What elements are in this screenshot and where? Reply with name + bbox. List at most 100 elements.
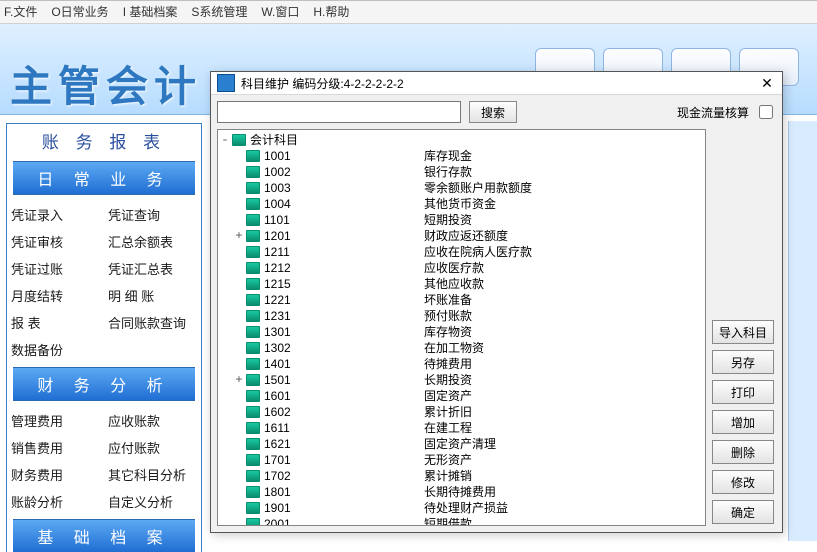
tree-node[interactable]: 1001库存现金 (218, 148, 705, 164)
menu-help[interactable]: H.帮助 (313, 1, 349, 23)
folder-icon (246, 438, 260, 450)
folder-icon (246, 470, 260, 482)
add-button[interactable]: 增加 (712, 410, 774, 434)
folder-icon (246, 246, 260, 258)
sidebar-link[interactable]: 销售费用 (7, 434, 104, 461)
sidebar-link[interactable]: 凭证审核 (7, 228, 104, 255)
sidebar-link[interactable]: 数据备份 (7, 336, 104, 363)
folder-icon (246, 374, 260, 386)
folder-icon (246, 390, 260, 402)
folder-icon (246, 326, 260, 338)
sidebar-link[interactable]: 自定义分析 (104, 488, 201, 515)
folder-icon (246, 214, 260, 226)
folder-icon (246, 294, 260, 306)
folder-icon (246, 422, 260, 434)
edit-button[interactable]: 修改 (712, 470, 774, 494)
sidebar-link[interactable]: 月度结转 (7, 282, 104, 309)
sidebar-link[interactable]: 报 表 (7, 309, 104, 336)
sidebar-link[interactable]: 其它科目分析 (104, 461, 201, 488)
tree-node[interactable]: 1211应收在院病人医疗款 (218, 244, 705, 260)
dialog-button-column: 导入科目 另存 打印 增加 删除 修改 确定 (712, 129, 782, 532)
menu-file[interactable]: F.文件 (4, 1, 37, 23)
sidebar-link[interactable] (104, 336, 201, 363)
folder-icon (246, 150, 260, 162)
dialog-icon (217, 74, 235, 92)
tree-node[interactable]: 1221坏账准备 (218, 292, 705, 308)
sidebar-link[interactable]: 账龄分析 (7, 488, 104, 515)
menu-base[interactable]: I 基础档案 (123, 1, 178, 23)
search-button[interactable]: 搜索 (469, 101, 517, 123)
import-button[interactable]: 导入科目 (712, 320, 774, 344)
folder-icon (246, 502, 260, 514)
tree-node[interactable]: +1201财政应返还额度 (218, 228, 705, 244)
tree-node[interactable]: 1215其他应收款 (218, 276, 705, 292)
menu-window[interactable]: W.窗口 (261, 1, 299, 23)
delete-button[interactable]: 删除 (712, 440, 774, 464)
tree-node[interactable]: 1401待摊费用 (218, 356, 705, 372)
subject-tree[interactable]: -会计科目1001库存现金1002银行存款1003零余额账户用款额度1004其他… (217, 129, 706, 526)
sidebar-link[interactable]: 凭证录入 (7, 201, 104, 228)
tree-node[interactable]: 1601固定资产 (218, 388, 705, 404)
tree-node[interactable]: 1101短期投资 (218, 212, 705, 228)
sidebar-main-title: 账 务 报 表 (7, 124, 201, 157)
section-base-title: 基 础 档 案 (13, 519, 195, 552)
section-daily-title: 日 常 业 务 (13, 161, 195, 195)
tree-node[interactable]: 1611在建工程 (218, 420, 705, 436)
tree-node[interactable]: +1501长期投资 (218, 372, 705, 388)
sidebar-link[interactable]: 凭证过账 (7, 255, 104, 282)
dialog-titlebar: 科目维护 编码分级:4-2-2-2-2-2 ✕ (211, 72, 782, 95)
sidebar-link[interactable]: 汇总余额表 (104, 228, 201, 255)
folder-icon (246, 198, 260, 210)
tree-node[interactable]: 1231预付账款 (218, 308, 705, 324)
tree-node[interactable]: 1602累计折旧 (218, 404, 705, 420)
folder-icon (246, 342, 260, 354)
dialog-title: 科目维护 编码分级:4-2-2-2-2-2 (241, 75, 404, 92)
folder-icon (246, 406, 260, 418)
folder-icon (232, 134, 246, 146)
sidebar-link[interactable]: 财务费用 (7, 461, 104, 488)
tree-node[interactable]: 1901待处理财产损益 (218, 500, 705, 516)
close-icon[interactable]: ✕ (752, 75, 782, 92)
menu-daily[interactable]: O日常业务 (51, 1, 108, 23)
tree-node[interactable]: 1302在加工物资 (218, 340, 705, 356)
tree-node[interactable]: 1621固定资产清理 (218, 436, 705, 452)
folder-icon (246, 358, 260, 370)
app-title: 主管会计 (10, 53, 202, 114)
print-button[interactable]: 打印 (712, 380, 774, 404)
tree-node[interactable]: 2001短期借款 (218, 516, 705, 526)
folder-icon (246, 486, 260, 498)
folder-icon (246, 310, 260, 322)
sidebar-link[interactable]: 应付账款 (104, 434, 201, 461)
sidebar-link[interactable]: 凭证查询 (104, 201, 201, 228)
tree-node[interactable]: 1702累计摊销 (218, 468, 705, 484)
ok-button[interactable]: 确定 (712, 500, 774, 524)
subject-dialog: 科目维护 编码分级:4-2-2-2-2-2 ✕ 搜索 现金流量核算 -会计科目1… (210, 71, 783, 533)
sidebar-link[interactable]: 明 细 账 (104, 282, 201, 309)
folder-icon (246, 454, 260, 466)
menu-sys[interactable]: S系统管理 (191, 1, 247, 23)
folder-icon (246, 182, 260, 194)
tree-node[interactable]: 1801长期待摊费用 (218, 484, 705, 500)
sidebar-link[interactable]: 凭证汇总表 (104, 255, 201, 282)
tree-node[interactable]: 1003零余额账户用款额度 (218, 180, 705, 196)
right-strip (788, 121, 817, 541)
saveas-button[interactable]: 另存 (712, 350, 774, 374)
search-input[interactable] (217, 101, 461, 123)
tree-node[interactable]: 1701无形资产 (218, 452, 705, 468)
folder-icon (246, 230, 260, 242)
tree-node[interactable]: 1002银行存款 (218, 164, 705, 180)
folder-icon (246, 262, 260, 274)
tree-root-label[interactable]: 会计科目 (250, 132, 298, 148)
section-analysis-title: 财 务 分 析 (13, 367, 195, 401)
sidebar-link[interactable]: 应收账款 (104, 407, 201, 434)
cashflow-checkbox[interactable] (759, 105, 773, 119)
tree-node[interactable]: 1212应收医疗款 (218, 260, 705, 276)
tree-node[interactable]: 1301库存物资 (218, 324, 705, 340)
cashflow-label: 现金流量核算 (677, 104, 749, 121)
tree-node[interactable]: 1004其他货币资金 (218, 196, 705, 212)
sidebar-link[interactable]: 合同账款查询 (104, 309, 201, 336)
folder-icon (246, 518, 260, 526)
folder-icon (246, 166, 260, 178)
sidebar-link[interactable]: 管理费用 (7, 407, 104, 434)
search-row: 搜索 现金流量核算 (211, 95, 782, 129)
